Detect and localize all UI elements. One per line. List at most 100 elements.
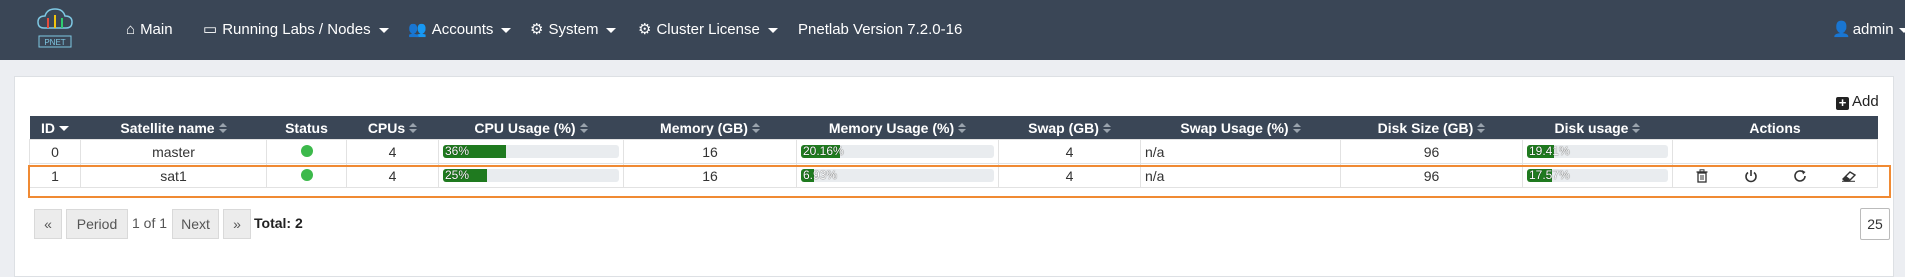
nav-cluster-license-label: Cluster License (656, 21, 760, 38)
cell-memory-usage: 6.93% (796, 163, 999, 188)
gear-icon: ⚙ (638, 21, 652, 38)
nav-main[interactable]: ⌂ Main (126, 0, 173, 60)
disk-usage-label: 19.41% (1529, 145, 1570, 158)
cpu-usage-label: 25% (445, 169, 470, 182)
row-actions (1677, 168, 1873, 183)
satellites-table: ID Satellite name Status CPUs CPU Usage … (29, 116, 1878, 188)
header-label: Actions (1749, 119, 1801, 136)
trash-icon[interactable] (1692, 168, 1712, 183)
sort-icon (409, 122, 418, 134)
cpu-usage-bar: 36% (443, 145, 619, 158)
chevron-down-icon (606, 27, 617, 33)
header-label: Swap (GB) (1028, 119, 1099, 136)
refresh-icon[interactable] (1790, 169, 1810, 183)
cell-swap: 4 (998, 163, 1141, 188)
add-button[interactable]: + Add (1836, 93, 1879, 110)
nav-cluster-license[interactable]: ⚙ Cluster License (638, 0, 778, 60)
add-button-label: Add (1852, 93, 1879, 110)
nav-accounts[interactable]: 👥 Accounts (408, 0, 512, 60)
cell-actions (1672, 163, 1878, 188)
disk-usage-bar: 17.57% (1527, 169, 1668, 182)
header-label: Satellite name (120, 119, 215, 136)
users-icon: 👥 (408, 21, 427, 38)
table-row[interactable]: 0 master 4 36% 16 20.16% 4 n/a 96 19.41% (29, 139, 1878, 164)
table-row[interactable]: 1 sat1 4 25% 16 6.93% 4 n/a 96 17.57% (29, 163, 1878, 188)
nav-system[interactable]: ⚙ System (530, 0, 617, 60)
status-online-icon (300, 168, 313, 181)
home-icon: ⌂ (126, 21, 136, 38)
gear-icon: ⚙ (530, 21, 544, 38)
cell-status (266, 163, 347, 188)
header-id[interactable]: ID (29, 116, 81, 140)
chevron-down-icon (378, 27, 389, 33)
sort-icon (1632, 122, 1641, 134)
cell-status (266, 139, 347, 164)
power-icon[interactable] (1741, 169, 1761, 183)
header-disk-size[interactable]: Disk Size (GB) (1340, 116, 1523, 140)
total-count: Total: 2 (254, 215, 303, 231)
header-label: CPUs (367, 119, 406, 136)
memory-usage-label: 6.93% (803, 169, 838, 182)
header-satellite-name[interactable]: Satellite name (80, 116, 267, 140)
memory-usage-bar: 20.16% (801, 145, 994, 158)
double-chevron-left-icon: « (44, 216, 52, 232)
cell-swap: 4 (998, 139, 1141, 164)
header-swap-usage[interactable]: Swap Usage (%) (1140, 116, 1341, 140)
last-page-button[interactable]: » (223, 209, 251, 239)
nav-running-labs[interactable]: ▭ Running Labs / Nodes (203, 0, 389, 60)
nav-accounts-label: Accounts (431, 21, 494, 38)
sort-icon (751, 122, 760, 134)
cell-satellite-name: master (80, 139, 267, 164)
user-menu-label: admin (1852, 21, 1894, 38)
plus-icon: + (1836, 96, 1849, 110)
sort-desc-icon (59, 126, 69, 132)
cpu-usage-bar: 25% (443, 169, 619, 182)
per-page-selector[interactable]: 25 (1860, 208, 1890, 240)
first-page-button[interactable]: « (34, 209, 62, 239)
chevron-down-icon (1898, 27, 1905, 33)
sort-icon (958, 122, 967, 134)
header-label: Memory (GB) (660, 119, 748, 136)
header-label: Memory Usage (%) (828, 119, 955, 136)
cell-memory: 16 (623, 163, 797, 188)
next-page-button[interactable]: Next (172, 209, 219, 239)
header-status: Status (266, 116, 347, 140)
cell-actions (1672, 139, 1878, 164)
nav-running-labs-label: Running Labs / Nodes (222, 21, 371, 38)
nav-main-label: Main (140, 21, 173, 38)
header-disk-usage[interactable]: Disk usage (1522, 116, 1673, 140)
previous-page-button[interactable]: Period (66, 209, 128, 239)
version-text: Pnetlab Version 7.2.0-16 (798, 21, 963, 38)
user-menu[interactable]: 👤 admin (1832, 0, 1905, 60)
cell-id: 0 (29, 139, 81, 164)
cell-cpu-usage: 36% (438, 139, 624, 164)
chevron-down-icon (501, 27, 512, 33)
page-info: 1 of 1 (132, 215, 168, 231)
header-cpus[interactable]: CPUs (346, 116, 439, 140)
cell-swap-usage: n/a (1140, 163, 1341, 188)
cell-disk-size: 96 (1340, 139, 1523, 164)
chevron-down-icon (767, 27, 778, 33)
sort-icon (218, 122, 227, 134)
cpu-usage-label: 36% (445, 145, 470, 158)
cell-memory-usage: 20.16% (796, 139, 999, 164)
header-memory[interactable]: Memory (GB) (623, 116, 797, 140)
top-navbar: PNET ⌂ Main ▭ Running Labs / Nodes 👥 Accoun… (0, 0, 1905, 60)
cell-disk-size: 96 (1340, 163, 1523, 188)
header-swap[interactable]: Swap (GB) (998, 116, 1141, 140)
disk-usage-label: 17.57% (1529, 169, 1570, 182)
header-id-label: ID (41, 119, 55, 136)
header-label: Disk usage (1554, 119, 1629, 136)
cell-cpus: 4 (346, 139, 439, 164)
sort-icon (1292, 122, 1301, 134)
header-label: Swap Usage (%) (1180, 119, 1289, 136)
pnetlab-logo[interactable]: PNET (34, 6, 76, 52)
monitor-icon: ▭ (203, 21, 218, 38)
memory-usage-label: 20.16% (803, 145, 844, 158)
eraser-icon[interactable] (1839, 170, 1859, 182)
header-label: Disk Size (GB) (1377, 119, 1474, 136)
header-cpu-usage[interactable]: CPU Usage (%) (438, 116, 624, 140)
header-actions: Actions (1672, 116, 1878, 140)
memory-usage-bar: 6.93% (801, 169, 994, 182)
header-memory-usage[interactable]: Memory Usage (%) (796, 116, 999, 140)
